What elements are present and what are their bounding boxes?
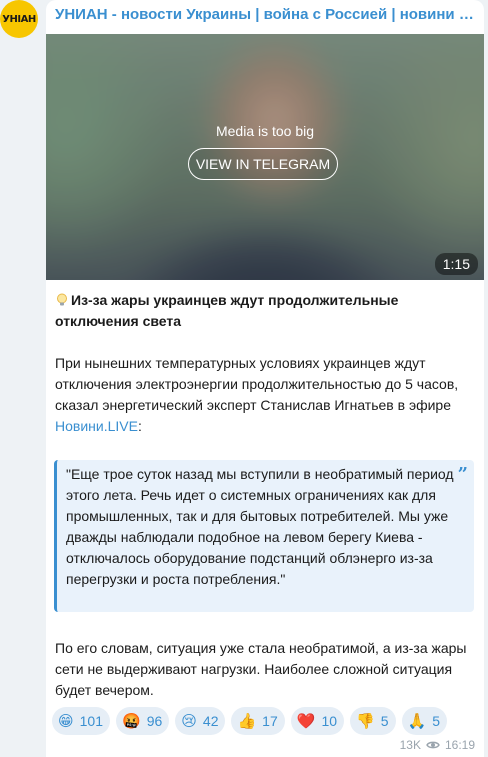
angry-emoji-icon: 🤬 — [122, 711, 141, 730]
thumbs-down-emoji-icon: 👎 — [356, 711, 375, 730]
reaction-heart[interactable]: ❤️ 10 — [290, 707, 345, 735]
reaction-pray[interactable]: 🙏 5 — [401, 707, 447, 735]
reaction-count: 101 — [79, 713, 103, 729]
reaction-count: 10 — [321, 713, 338, 729]
reaction-thumbs-down[interactable]: 👎 5 — [350, 707, 396, 735]
grin-emoji-icon: 😁 — [58, 711, 74, 730]
quote-mark-icon: ” — [457, 464, 468, 485]
video-preview[interactable]: Media is too big VIEW IN TELEGRAM 1:15 — [46, 34, 484, 280]
post-paragraph-1: При нынешних температурных условиях укра… — [55, 353, 477, 437]
message-meta: 13K 16:19 — [400, 738, 475, 752]
paragraph-1-tail: : — [137, 418, 142, 434]
reaction-thumbs-up[interactable]: 👍 17 — [231, 707, 285, 735]
lightbulb-icon — [57, 293, 67, 306]
reaction-grin[interactable]: 😁 101 — [52, 707, 110, 735]
reaction-count: 96 — [146, 713, 163, 729]
channel-title[interactable]: УНИАН - новости Украины | война с Россие… — [55, 6, 475, 23]
thumbs-up-emoji-icon: 👍 — [237, 711, 257, 730]
post-paragraph-2: По его словам, ситуация уже стала необра… — [55, 640, 467, 698]
video-duration-badge: 1:15 — [434, 253, 478, 275]
post-headline: Из-за жары украинцев ждут продолжительны… — [55, 290, 477, 332]
reaction-count: 17 — [262, 713, 278, 729]
quote-text: "Еще трое суток назад мы вступили в необ… — [66, 466, 454, 587]
novyny-live-link[interactable]: Новини.LIVE — [55, 418, 138, 434]
media-too-big-notice: Media is too big — [215, 123, 315, 139]
message-bubble: УНИАН - новости Украины | война с Россие… — [46, 0, 484, 757]
headline-text: Из-за жары украинцев ждут продолжительны… — [55, 292, 399, 329]
blockquote: "Еще трое суток назад мы вступили в необ… — [54, 460, 474, 612]
view-count: 13K — [399, 738, 421, 752]
reactions-bar: 😁 101 🤬 96 😢 42 👍 17 ❤️ 10 👎 5 🙏 5 — [52, 707, 447, 735]
avatar-logo-text: УНІАН — [2, 13, 36, 25]
reaction-count: 42 — [202, 713, 219, 729]
channel-avatar[interactable]: УНІАН — [0, 0, 38, 38]
view-in-telegram-button[interactable]: VIEW IN TELEGRAM — [188, 148, 338, 180]
reaction-count: 5 — [432, 713, 440, 729]
reaction-crying[interactable]: 😢 42 — [175, 707, 226, 735]
paragraph-1-text: При нынешних температурных условиях укра… — [55, 355, 459, 413]
heart-emoji-icon: ❤️ — [296, 711, 316, 730]
eye-icon — [426, 741, 440, 749]
message-time: 16:19 — [444, 738, 475, 752]
pray-emoji-icon: 🙏 — [407, 711, 427, 730]
reaction-count: 5 — [380, 713, 389, 729]
crying-emoji-icon: 😢 — [181, 711, 197, 730]
reaction-angry[interactable]: 🤬 96 — [116, 707, 170, 735]
